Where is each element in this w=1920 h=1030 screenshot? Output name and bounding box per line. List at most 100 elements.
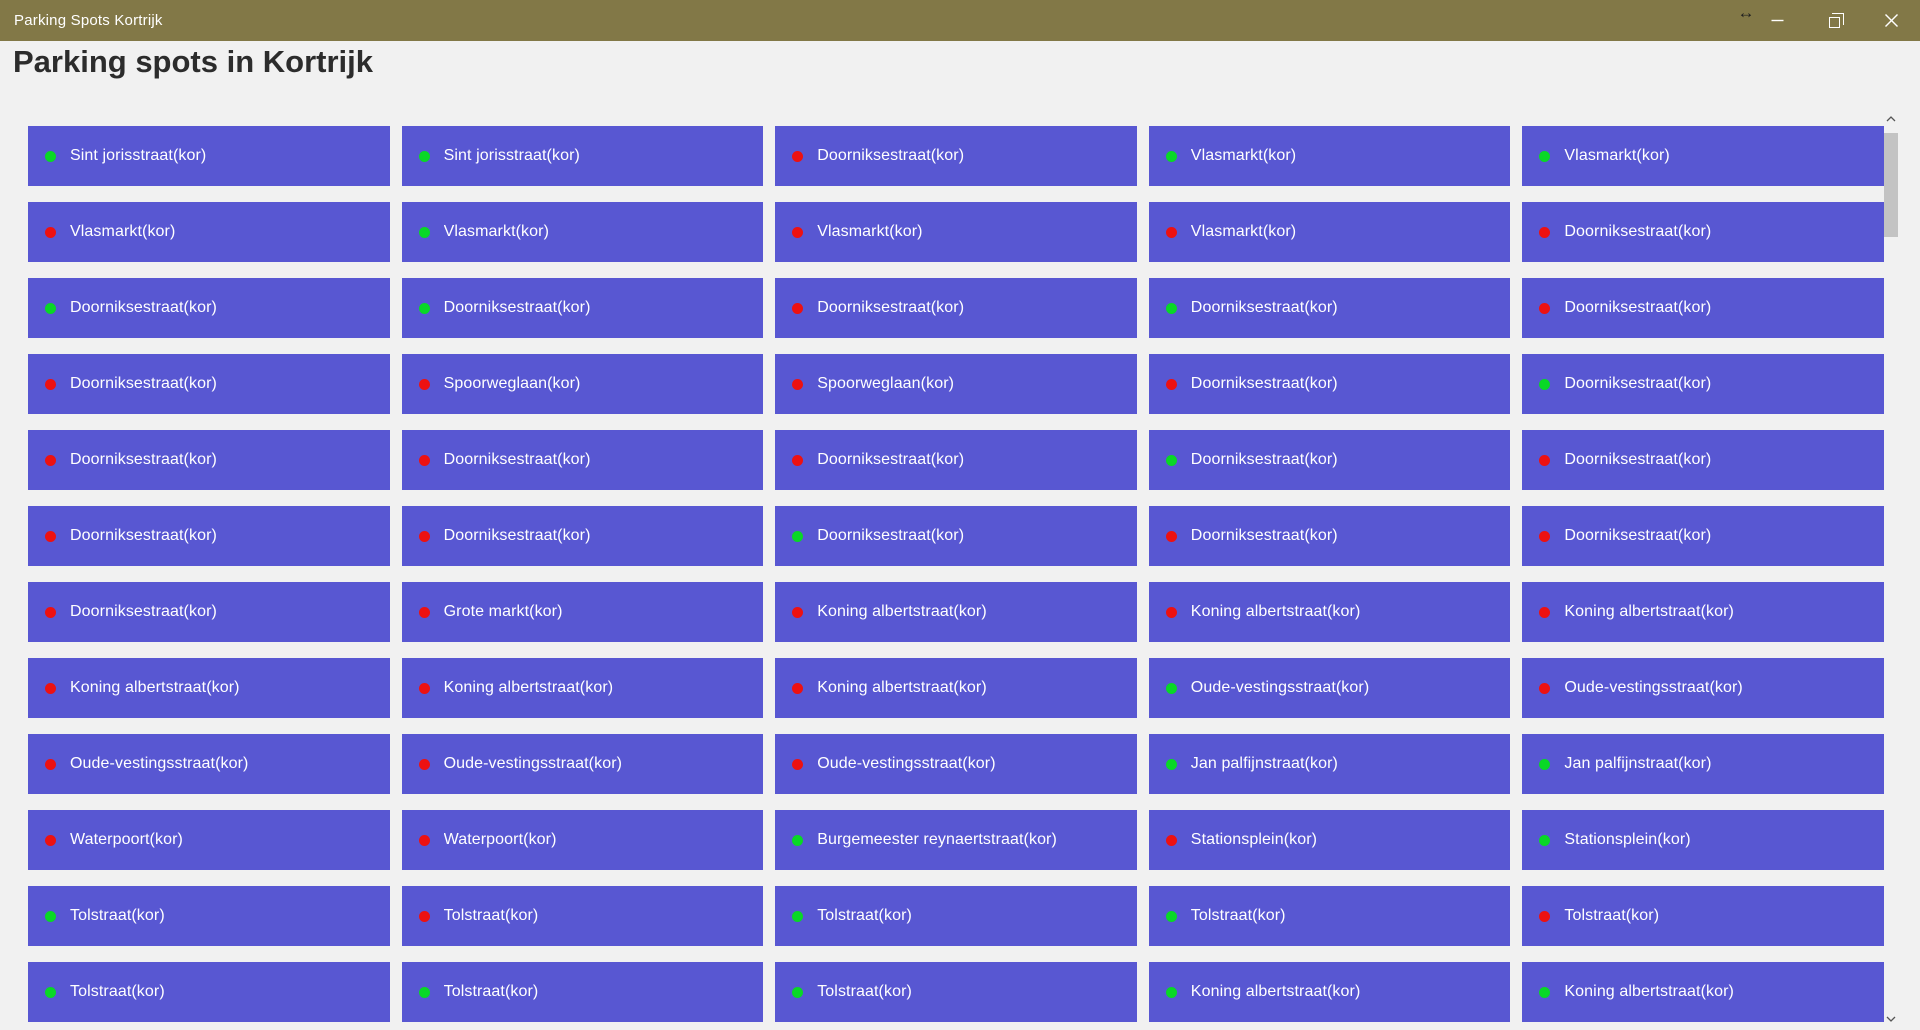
spot-button[interactable]: Koning albertstraat(kor)	[401, 658, 764, 718]
spot-label: Spoorweglaan(kor)	[817, 375, 955, 392]
spot-button[interactable]: Koning albertstraat(kor)	[1148, 582, 1511, 642]
spot-button[interactable]: Doorniksestraat(kor)	[775, 506, 1137, 566]
status-dot-red	[1165, 378, 1177, 390]
spot-label: Doorniksestraat(kor)	[70, 603, 217, 620]
spot-button[interactable]: Spoorweglaan(kor)	[401, 354, 764, 414]
spot-label: Doorniksestraat(kor)	[443, 527, 591, 544]
spot-button[interactable]: Koning albertstraat(kor)	[775, 658, 1137, 718]
spot-button[interactable]: Oude-vestingsstraat(kor)	[401, 734, 764, 794]
spot-button[interactable]: Doorniksestraat(kor)	[775, 126, 1137, 186]
vertical-scrollbar[interactable]	[1884, 100, 1898, 1030]
restore-button[interactable]	[1806, 0, 1863, 41]
window-controls	[1749, 0, 1920, 41]
spot-label: Doorniksestraat(kor)	[817, 527, 965, 544]
spot-button[interactable]: Oude-vestingsstraat(kor)	[28, 734, 390, 794]
status-dot-red	[45, 606, 56, 618]
chevron-down-icon	[1886, 1016, 1896, 1022]
spot-button[interactable]: Koning albertstraat(kor)	[1522, 962, 1884, 1022]
status-dot-red	[45, 758, 56, 770]
scrollbar-thumb[interactable]	[1884, 133, 1898, 237]
close-button[interactable]	[1863, 0, 1920, 41]
spot-label: Doorniksestraat(kor)	[817, 147, 965, 164]
spot-button[interactable]: Jan palfijnstraat(kor)	[1148, 734, 1511, 794]
spot-button[interactable]: Doorniksestraat(kor)	[1522, 354, 1884, 414]
spot-button[interactable]: Koning albertstraat(kor)	[1148, 962, 1511, 1022]
spot-button[interactable]: Jan palfijnstraat(kor)	[1522, 734, 1884, 794]
spot-button[interactable]: Sint jorisstraat(kor)	[28, 126, 390, 186]
status-dot-green	[1165, 758, 1177, 770]
spot-button[interactable]: Doorniksestraat(kor)	[1148, 278, 1511, 338]
spot-label: Doorniksestraat(kor)	[1190, 527, 1338, 544]
status-dot-red	[418, 834, 430, 846]
spot-button[interactable]: Tolstraat(kor)	[1522, 886, 1884, 946]
scroll-up-button[interactable]	[1884, 112, 1898, 126]
status-dot-green	[1539, 834, 1551, 846]
spot-label: Doorniksestraat(kor)	[70, 299, 217, 316]
spot-button[interactable]: Doorniksestraat(kor)	[775, 278, 1137, 338]
status-dot-green	[1539, 150, 1551, 162]
chevron-up-icon	[1886, 116, 1896, 122]
spot-button[interactable]: Doorniksestraat(kor)	[1522, 430, 1884, 490]
spot-button[interactable]: Koning albertstraat(kor)	[775, 582, 1137, 642]
spot-button[interactable]: Grote markt(kor)	[401, 582, 764, 642]
minimize-icon	[1771, 19, 1784, 22]
status-dot-red	[1539, 454, 1551, 466]
status-dot-green	[418, 986, 430, 998]
spot-label: Vlasmarkt(kor)	[1190, 147, 1297, 164]
spot-button[interactable]: Doorniksestraat(kor)	[1148, 506, 1511, 566]
spot-button[interactable]: Doorniksestraat(kor)	[401, 430, 764, 490]
spot-button[interactable]: Doorniksestraat(kor)	[1148, 430, 1511, 490]
spot-button[interactable]: Oude-vestingsstraat(kor)	[1148, 658, 1511, 718]
spot-button[interactable]: Vlasmarkt(kor)	[775, 202, 1137, 262]
spot-button[interactable]: Oude-vestingsstraat(kor)	[775, 734, 1137, 794]
spot-button[interactable]: Doorniksestraat(kor)	[775, 430, 1137, 490]
spot-label: Stationsplein(kor)	[1190, 831, 1318, 848]
status-dot-green	[1165, 910, 1177, 922]
spot-button[interactable]: Tolstraat(kor)	[28, 962, 390, 1022]
spot-button[interactable]: Doorniksestraat(kor)	[1148, 354, 1511, 414]
spot-button[interactable]: Koning albertstraat(kor)	[1522, 582, 1884, 642]
spot-button[interactable]: Doorniksestraat(kor)	[28, 430, 390, 490]
spot-label: Tolstraat(kor)	[817, 983, 912, 1000]
spot-button[interactable]: Doorniksestraat(kor)	[1522, 278, 1884, 338]
spot-button[interactable]: Vlasmarkt(kor)	[1148, 126, 1511, 186]
spot-label: Koning albertstraat(kor)	[1190, 983, 1361, 1000]
spot-button[interactable]: Doorniksestraat(kor)	[28, 506, 390, 566]
spot-button[interactable]: Vlasmarkt(kor)	[28, 202, 390, 262]
spot-button[interactable]: Doorniksestraat(kor)	[28, 278, 390, 338]
spot-button[interactable]: Tolstraat(kor)	[28, 886, 390, 946]
spot-label: Doorniksestraat(kor)	[1564, 299, 1712, 316]
parking-grid: Sint jorisstraat(kor) Sint jorisstraat(ko…	[28, 126, 1884, 1022]
spot-button[interactable]: Doorniksestraat(kor)	[28, 582, 390, 642]
spot-button[interactable]: Waterpoort(kor)	[401, 810, 764, 870]
spot-button[interactable]: Stationsplein(kor)	[1522, 810, 1884, 870]
status-dot-green	[45, 150, 56, 162]
spot-button[interactable]: Tolstraat(kor)	[401, 886, 764, 946]
spot-button[interactable]: Vlasmarkt(kor)	[1148, 202, 1511, 262]
spot-button[interactable]: Doorniksestraat(kor)	[1522, 506, 1884, 566]
spot-button[interactable]: Tolstraat(kor)	[775, 962, 1137, 1022]
spot-button[interactable]: Stationsplein(kor)	[1148, 810, 1511, 870]
spot-button[interactable]: Tolstraat(kor)	[775, 886, 1137, 946]
spot-button[interactable]: Burgemeester reynaertstraat(kor)	[775, 810, 1137, 870]
spot-button[interactable]: Tolstraat(kor)	[401, 962, 764, 1022]
spot-label: Doorniksestraat(kor)	[70, 451, 217, 468]
spot-button[interactable]: Vlasmarkt(kor)	[1522, 126, 1884, 186]
spot-button[interactable]: Koning albertstraat(kor)	[28, 658, 390, 718]
spot-button[interactable]: Doorniksestraat(kor)	[28, 354, 390, 414]
status-dot-red	[792, 682, 804, 694]
spot-label: Jan palfijnstraat(kor)	[1564, 755, 1712, 772]
spot-button[interactable]: Sint jorisstraat(kor)	[401, 126, 764, 186]
spot-label: Koning albertstraat(kor)	[70, 679, 240, 696]
spot-button[interactable]: Oude-vestingsstraat(kor)	[1522, 658, 1884, 718]
spot-button[interactable]: Doorniksestraat(kor)	[401, 278, 764, 338]
titlebar: Parking Spots Kortrijk ↔	[0, 0, 1920, 41]
spot-button[interactable]: Waterpoort(kor)	[28, 810, 390, 870]
spot-button[interactable]: Doorniksestraat(kor)	[401, 506, 764, 566]
spot-button[interactable]: Vlasmarkt(kor)	[401, 202, 764, 262]
spot-button[interactable]: Doorniksestraat(kor)	[1522, 202, 1884, 262]
minimize-button[interactable]	[1749, 0, 1806, 41]
spot-button[interactable]: Spoorweglaan(kor)	[775, 354, 1137, 414]
scroll-down-button[interactable]	[1884, 1012, 1898, 1026]
spot-button[interactable]: Tolstraat(kor)	[1148, 886, 1511, 946]
